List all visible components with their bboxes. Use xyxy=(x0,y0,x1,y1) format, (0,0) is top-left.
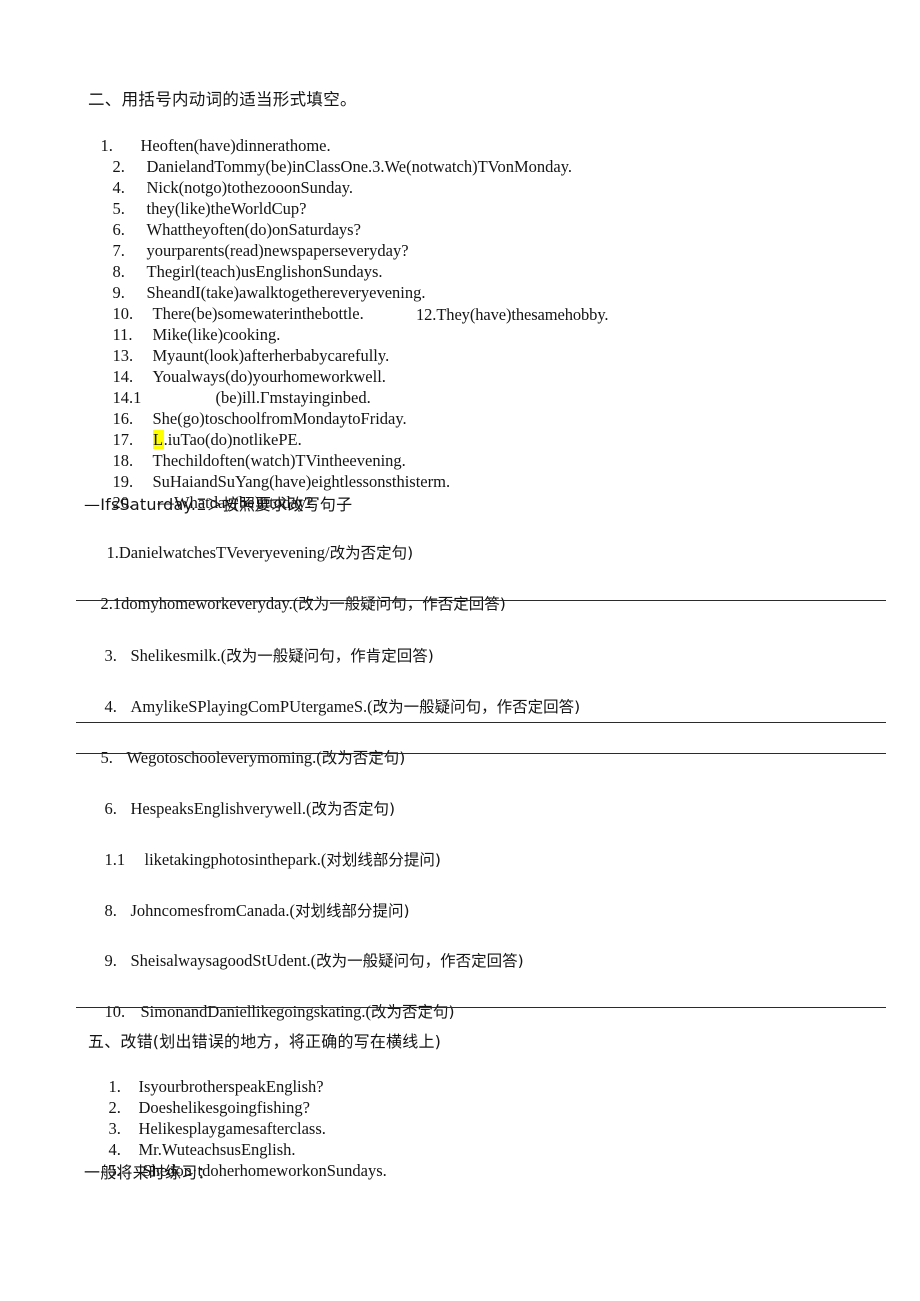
answer-rule-above-item-5 xyxy=(76,722,886,723)
item-number: 10. xyxy=(104,1002,126,1021)
item-number: 9. xyxy=(104,951,117,970)
item-text-zh: 改为否定句) xyxy=(371,1003,455,1021)
section-five-heading: 五、改错(划出错误的地方，将正确的写在横线上) xyxy=(88,1032,442,1051)
list-item-12-inline: 12.They(have)thesamehobby. xyxy=(416,305,609,324)
item-number: 2. xyxy=(100,594,113,613)
item-text-zh: 改为一般疑问句，作否定回答) xyxy=(298,595,506,613)
item-text-en: SheisalwaysagoodStUdent.( xyxy=(130,951,317,970)
item-number: 6. xyxy=(104,799,117,818)
item-number: 1.1 xyxy=(104,850,126,869)
item-text-en: JohncomesfromCanada.( xyxy=(130,901,296,920)
item-number: 5. xyxy=(100,748,113,767)
item-text-zh: 改为一般疑问句，作否定回答) xyxy=(316,952,524,970)
item-text-en: Shelikesmilk.( xyxy=(130,646,227,665)
item-text-en: DanielwatchesTVeveryevening/ xyxy=(118,543,330,562)
footer-note: 一般将来时练习： xyxy=(84,1163,214,1182)
item-text-en: HespeaksEnglishverywell.( xyxy=(130,799,312,818)
item-text-en: SimonandDaniellikegoingskating.( xyxy=(140,1002,372,1021)
item-text-en: AmylikeSPlayingComPUtergameS.( xyxy=(130,697,373,716)
answer-rule-below-item-5 xyxy=(76,753,886,754)
item-number: 8. xyxy=(104,901,117,920)
item-text-en: liketakingphotosinthepark.( xyxy=(144,850,327,869)
item-number: 1. xyxy=(106,543,119,562)
answer-rule-below-item-10 xyxy=(76,1007,886,1008)
worksheet-page: 二、用括号内动词的适当形式填空。 1. Heoften(have)dinnerat… xyxy=(0,0,920,1301)
item-text-zh: 对划线部分提问) xyxy=(295,902,410,920)
item-number: 3. xyxy=(104,646,117,665)
answer-rule-after-item-2 xyxy=(76,600,886,601)
section-two-heading: 二、用括号内动词的适当形式填空。 xyxy=(88,90,357,109)
item-text-zh: 对划线部分提问) xyxy=(326,851,441,869)
item-text-zh: 改为一般疑问句，作否定回答) xyxy=(372,698,581,716)
item-text-zh: 改为一般疑问句，作肯定回答) xyxy=(226,647,434,665)
item-number: 4. xyxy=(104,697,117,716)
item-text-en: Wegotoschooleverymoming.( xyxy=(126,748,322,767)
item-text-zh: 改为否定句) xyxy=(329,544,414,562)
section-three-transition-line: —IfsSaturday.Ξ＞按照要求改写句子 xyxy=(84,495,353,514)
item-text-zh: 改为否定句) xyxy=(321,749,406,767)
list-item: 2.1domyhomeworkeveryday.(改为一般疑问句，作否定回答) xyxy=(84,574,506,634)
item-text-zh: 改为否定句) xyxy=(311,800,396,818)
item-text-en: 1domyhomeworkeveryday.( xyxy=(112,594,299,613)
